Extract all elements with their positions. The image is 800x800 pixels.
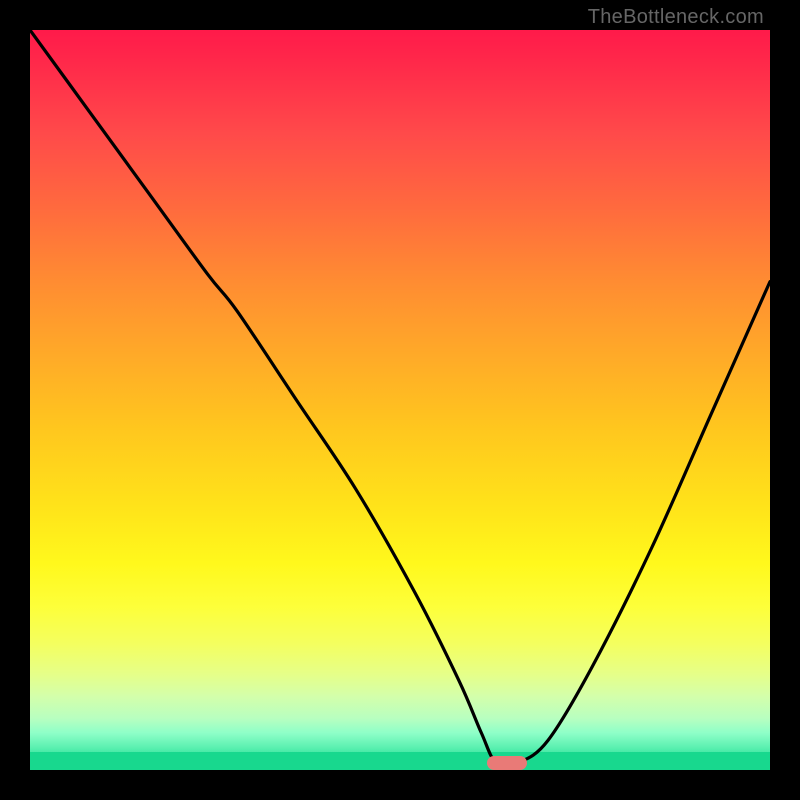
watermark-text: TheBottleneck.com [588,6,764,29]
optimal-marker-pill [487,756,527,770]
plot-area [30,30,770,770]
chart-frame: TheBottleneck.com [0,0,800,800]
bottleneck-curve [30,30,770,770]
curve-path [30,30,770,766]
